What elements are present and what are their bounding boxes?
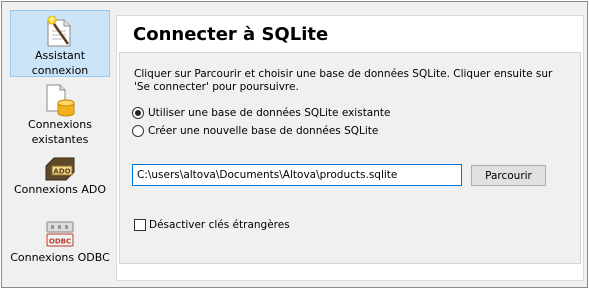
wizard-icon — [47, 14, 71, 47]
existing-connections-icon — [46, 84, 75, 117]
radio-existing-label: Utiliser une base de données SQLite exis… — [148, 107, 391, 119]
radio-new-label: Créer une nouvelle base de données SQLit… — [148, 125, 379, 137]
sidebar-item-connexions-existantes[interactable]: Connexions existantes — [10, 82, 110, 148]
odbc-icon: ODBC — [46, 221, 74, 247]
database-path-input[interactable] — [132, 164, 462, 186]
ado-icon: ADO — [45, 157, 75, 181]
radio-new-database[interactable]: Créer une nouvelle base de données SQLit… — [132, 125, 378, 137]
checkbox-label: Désactiver clés étrangères — [149, 219, 290, 231]
page-title: Connecter à SQLite — [133, 24, 329, 45]
browse-button[interactable]: Parcourir — [471, 165, 546, 186]
sidebar-item-label: Connexions ODBC — [10, 251, 110, 264]
svg-text:ODBC: ODBC — [49, 238, 71, 246]
sidebar-item-label: Assistant connexion — [31, 49, 89, 77]
radio-button-unchecked[interactable] — [132, 125, 144, 137]
sqlite-options-group: Cliquer sur Parcourir et choisir une bas… — [119, 52, 581, 264]
sidebar-item-label: Connexions ADO — [13, 183, 107, 196]
radio-button-checked[interactable] — [132, 107, 144, 119]
connection-dialog: Assistant connexion Connexions existante… — [1, 1, 588, 288]
sidebar-item-connexions-odbc[interactable]: ODBC Connexions ODBC — [10, 220, 110, 286]
disable-foreign-keys-checkbox[interactable]: Désactiver clés étrangères — [134, 219, 290, 231]
radio-existing-database[interactable]: Utiliser une base de données SQLite exis… — [132, 107, 390, 119]
instructions-text: Cliquer sur Parcourir et choisir une bas… — [134, 68, 553, 93]
svg-text:ADO: ADO — [53, 168, 70, 176]
connection-panel: Connecter à SQLite Cliquer sur Parcourir… — [116, 15, 584, 281]
sidebar-item-connexions-ado[interactable]: ADO Connexions ADO — [10, 154, 110, 204]
sidebar: Assistant connexion Connexions existante… — [2, 2, 116, 287]
sidebar-item-assistant-connexion[interactable]: Assistant connexion — [10, 10, 110, 77]
sidebar-item-label: Connexions existantes — [28, 118, 92, 146]
checkbox-box[interactable] — [134, 219, 146, 231]
